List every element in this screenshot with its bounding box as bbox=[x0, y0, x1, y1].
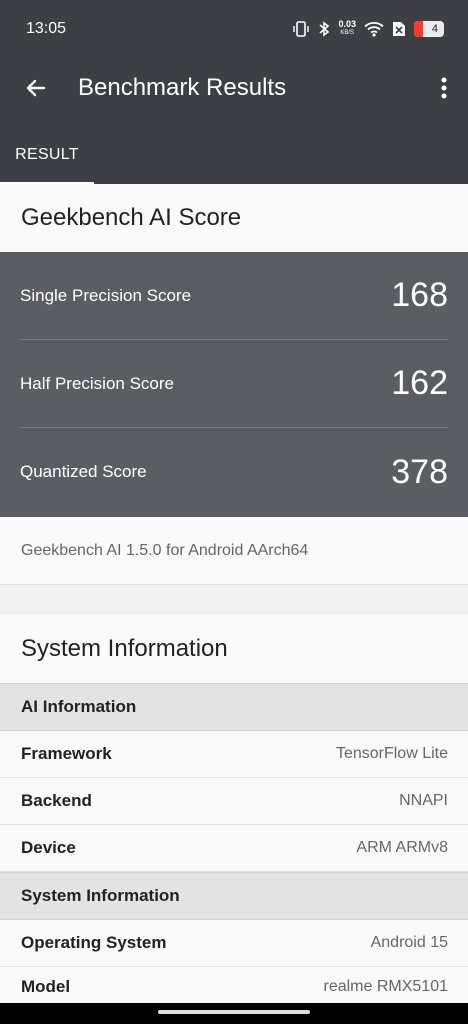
gesture-handle[interactable] bbox=[158, 1010, 310, 1014]
navigation-bar bbox=[0, 1003, 468, 1024]
sim-off-icon bbox=[393, 22, 405, 36]
info-value: realme RMX5101 bbox=[323, 977, 449, 995]
info-row-framework: Framework TensorFlow Lite bbox=[0, 731, 468, 778]
toolbar: Benchmark Results bbox=[0, 58, 468, 118]
score-value: 378 bbox=[391, 452, 448, 491]
more-vertical-icon bbox=[441, 77, 447, 99]
network-speed-value: 0.03 bbox=[338, 19, 356, 29]
network-speed: 0.03 KB/S bbox=[338, 20, 356, 38]
score-value: 168 bbox=[391, 276, 448, 314]
tab-result[interactable]: RESULT bbox=[0, 126, 94, 184]
page-title: Benchmark Results bbox=[78, 74, 287, 101]
battery-icon: 4 bbox=[414, 21, 444, 37]
vibrate-icon bbox=[293, 21, 310, 37]
score-label: Quantized Score bbox=[20, 462, 147, 481]
info-row-backend: Backend NNAPI bbox=[0, 778, 468, 825]
info-value: ARM ARMv8 bbox=[356, 839, 448, 856]
info-row-device: Device ARM ARMv8 bbox=[0, 825, 468, 872]
info-key: Backend bbox=[21, 791, 92, 810]
more-options-button[interactable] bbox=[420, 58, 468, 118]
arrow-left-icon bbox=[26, 79, 46, 97]
bluetooth-icon bbox=[319, 21, 330, 37]
battery-level: 4 bbox=[431, 23, 438, 35]
info-key: Operating System bbox=[21, 933, 167, 952]
score-panel: Single Precision Score 168 Half Precisio… bbox=[0, 252, 468, 517]
info-value: NNAPI bbox=[399, 792, 448, 809]
score-value: 162 bbox=[391, 364, 448, 402]
status-time: 13:05 bbox=[26, 20, 67, 37]
group-header-system: System Information bbox=[0, 872, 468, 920]
info-value: Android 15 bbox=[370, 934, 448, 951]
info-row-os: Operating System Android 15 bbox=[0, 920, 468, 967]
score-label: Single Precision Score bbox=[20, 285, 192, 305]
info-key: Model bbox=[21, 976, 71, 996]
score-section-title: Geekbench AI Score bbox=[0, 184, 468, 252]
score-row-quantized: Quantized Score 378 bbox=[20, 428, 448, 516]
wifi-icon bbox=[364, 22, 384, 37]
system-section-title: System Information bbox=[0, 615, 468, 683]
info-row-model: Model realme RMX5101 bbox=[0, 967, 468, 1007]
app-bar: 13:05 0.03 KB/S 4 Benchmark Results RESU… bbox=[0, 0, 468, 184]
status-icons: 0.03 KB/S 4 bbox=[292, 20, 444, 38]
score-label: Half Precision Score bbox=[20, 373, 175, 393]
network-speed-unit: KB/S bbox=[340, 30, 355, 36]
status-bar: 13:05 0.03 KB/S 4 bbox=[0, 0, 468, 58]
info-key: Device bbox=[21, 838, 76, 857]
info-key: Framework bbox=[21, 744, 112, 763]
group-header-ai: AI Information bbox=[0, 683, 468, 731]
version-text: Geekbench AI 1.5.0 for Android AArch64 bbox=[0, 517, 468, 585]
score-row-half: Half Precision Score 162 bbox=[20, 340, 448, 428]
score-row-single: Single Precision Score 168 bbox=[20, 252, 448, 340]
back-button[interactable] bbox=[0, 58, 72, 118]
info-value: TensorFlow Lite bbox=[335, 745, 448, 762]
